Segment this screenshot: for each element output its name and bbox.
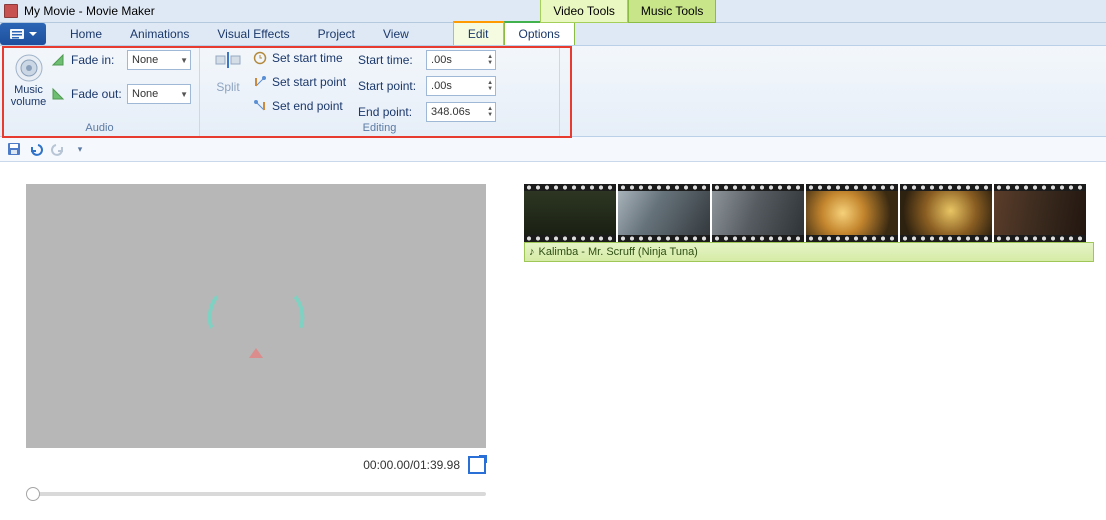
end-point-label: End point: <box>358 105 422 119</box>
group-label-audio: Audio <box>8 122 191 136</box>
set-start-time-label: Set start time <box>272 51 343 65</box>
video-track[interactable] <box>524 184 1098 242</box>
end-point-value: 348.06s <box>431 106 470 118</box>
app-icon <box>4 4 18 18</box>
music-volume-button[interactable]: Music volume <box>8 50 49 110</box>
preview-canvas[interactable] <box>26 184 486 448</box>
fade-out-icon <box>51 86 67 102</box>
quick-access-toolbar: ▾ <box>0 137 1106 162</box>
spinner-buttons[interactable]: ▲▼ <box>487 54 493 66</box>
video-clip[interactable] <box>806 184 898 242</box>
fade-out-combo[interactable]: None ▼ <box>127 84 191 104</box>
group-label-editing: Editing <box>208 122 551 136</box>
tab-options[interactable]: Options <box>504 21 575 45</box>
fade-out-label: Fade out: <box>71 87 123 101</box>
qat-dropdown-icon[interactable]: ▾ <box>72 141 88 157</box>
split-label: Split <box>216 80 239 94</box>
start-time-value: .00s <box>431 54 452 66</box>
audio-clip[interactable]: ♪ Kalimba - Mr. Scruff (Ninja Tuna) <box>524 242 1094 262</box>
fade-out-value: None <box>132 88 158 100</box>
set-start-point-button[interactable]: Set start point <box>252 74 346 90</box>
video-clip[interactable] <box>712 184 804 242</box>
fullscreen-icon[interactable] <box>468 456 486 474</box>
end-point-icon <box>252 98 268 114</box>
redo-icon[interactable] <box>50 141 66 157</box>
video-clip[interactable] <box>524 184 616 242</box>
preview-pane: 00:00.00/01:39.98 <box>0 162 510 520</box>
save-icon[interactable] <box>6 141 22 157</box>
fade-in-value: None <box>132 54 158 66</box>
start-point-icon <box>252 74 268 90</box>
timecode: 00:00.00/01:39.98 <box>363 458 460 472</box>
tab-view[interactable]: View <box>369 23 423 45</box>
ribbon-group-audio: Music volume Fade in: None ▼ <box>0 46 200 136</box>
clock-icon <box>252 50 268 66</box>
fade-in-label: Fade in: <box>71 53 123 67</box>
context-tab-video-tools[interactable]: Video Tools <box>540 0 628 23</box>
spinner-buttons[interactable]: ▲▼ <box>487 80 493 92</box>
tab-animations[interactable]: Animations <box>116 23 203 45</box>
start-point-label: Start point: <box>358 79 422 93</box>
video-clip[interactable] <box>994 184 1086 242</box>
ribbon-tab-strip: Home Animations Visual Effects Project V… <box>0 23 1106 46</box>
end-point-input[interactable]: 348.06s ▲▼ <box>426 102 496 122</box>
chevron-down-icon: ▼ <box>180 56 188 65</box>
fade-in-combo[interactable]: None ▼ <box>127 50 191 70</box>
file-menu-button[interactable] <box>0 23 46 45</box>
audio-clip-label: Kalimba - Mr. Scruff (Ninja Tuna) <box>539 246 698 258</box>
set-end-point-label: Set end point <box>272 99 343 113</box>
speaker-icon <box>13 52 45 84</box>
timeline-pane: ♪ Kalimba - Mr. Scruff (Ninja Tuna) <box>510 162 1106 520</box>
ribbon-body: Music volume Fade in: None ▼ <box>0 46 1106 137</box>
undo-icon[interactable] <box>28 141 44 157</box>
context-tab-music-tools[interactable]: Music Tools <box>628 0 716 23</box>
split-icon[interactable] <box>215 50 241 80</box>
seek-thumb[interactable] <box>26 487 40 501</box>
set-start-point-label: Set start point <box>272 75 346 89</box>
window-title: My Movie - Movie Maker <box>24 4 155 18</box>
title-bar: My Movie - Movie Maker Video Tools Music… <box>0 0 1106 23</box>
tab-home[interactable]: Home <box>56 23 116 45</box>
start-time-label: Start time: <box>358 53 422 67</box>
video-clip[interactable] <box>618 184 710 242</box>
warning-overlay-icon <box>249 348 263 358</box>
tab-edit[interactable]: Edit <box>453 21 504 45</box>
video-clip[interactable] <box>900 184 992 242</box>
start-time-input[interactable]: .00s ▲▼ <box>426 50 496 70</box>
music-volume-label: Music volume <box>10 84 47 108</box>
preview-placeholder-icon <box>208 291 304 335</box>
music-note-icon: ♪ <box>529 246 535 258</box>
fade-in-icon <box>51 52 67 68</box>
start-point-input[interactable]: .00s ▲▼ <box>426 76 496 96</box>
set-end-point-button[interactable]: Set end point <box>252 98 346 114</box>
tab-project[interactable]: Project <box>304 23 369 45</box>
seek-slider[interactable] <box>26 492 486 496</box>
start-point-value: .00s <box>431 80 452 92</box>
tab-visual-effects[interactable]: Visual Effects <box>203 23 303 45</box>
ribbon-group-editing: Split Set start time Set start point <box>200 46 560 136</box>
set-start-time-button[interactable]: Set start time <box>252 50 346 66</box>
spinner-buttons[interactable]: ▲▼ <box>487 106 493 118</box>
client-area: 00:00.00/01:39.98 ♪ Kalimba - Mr. Scruff… <box>0 162 1106 520</box>
chevron-down-icon: ▼ <box>180 90 188 99</box>
